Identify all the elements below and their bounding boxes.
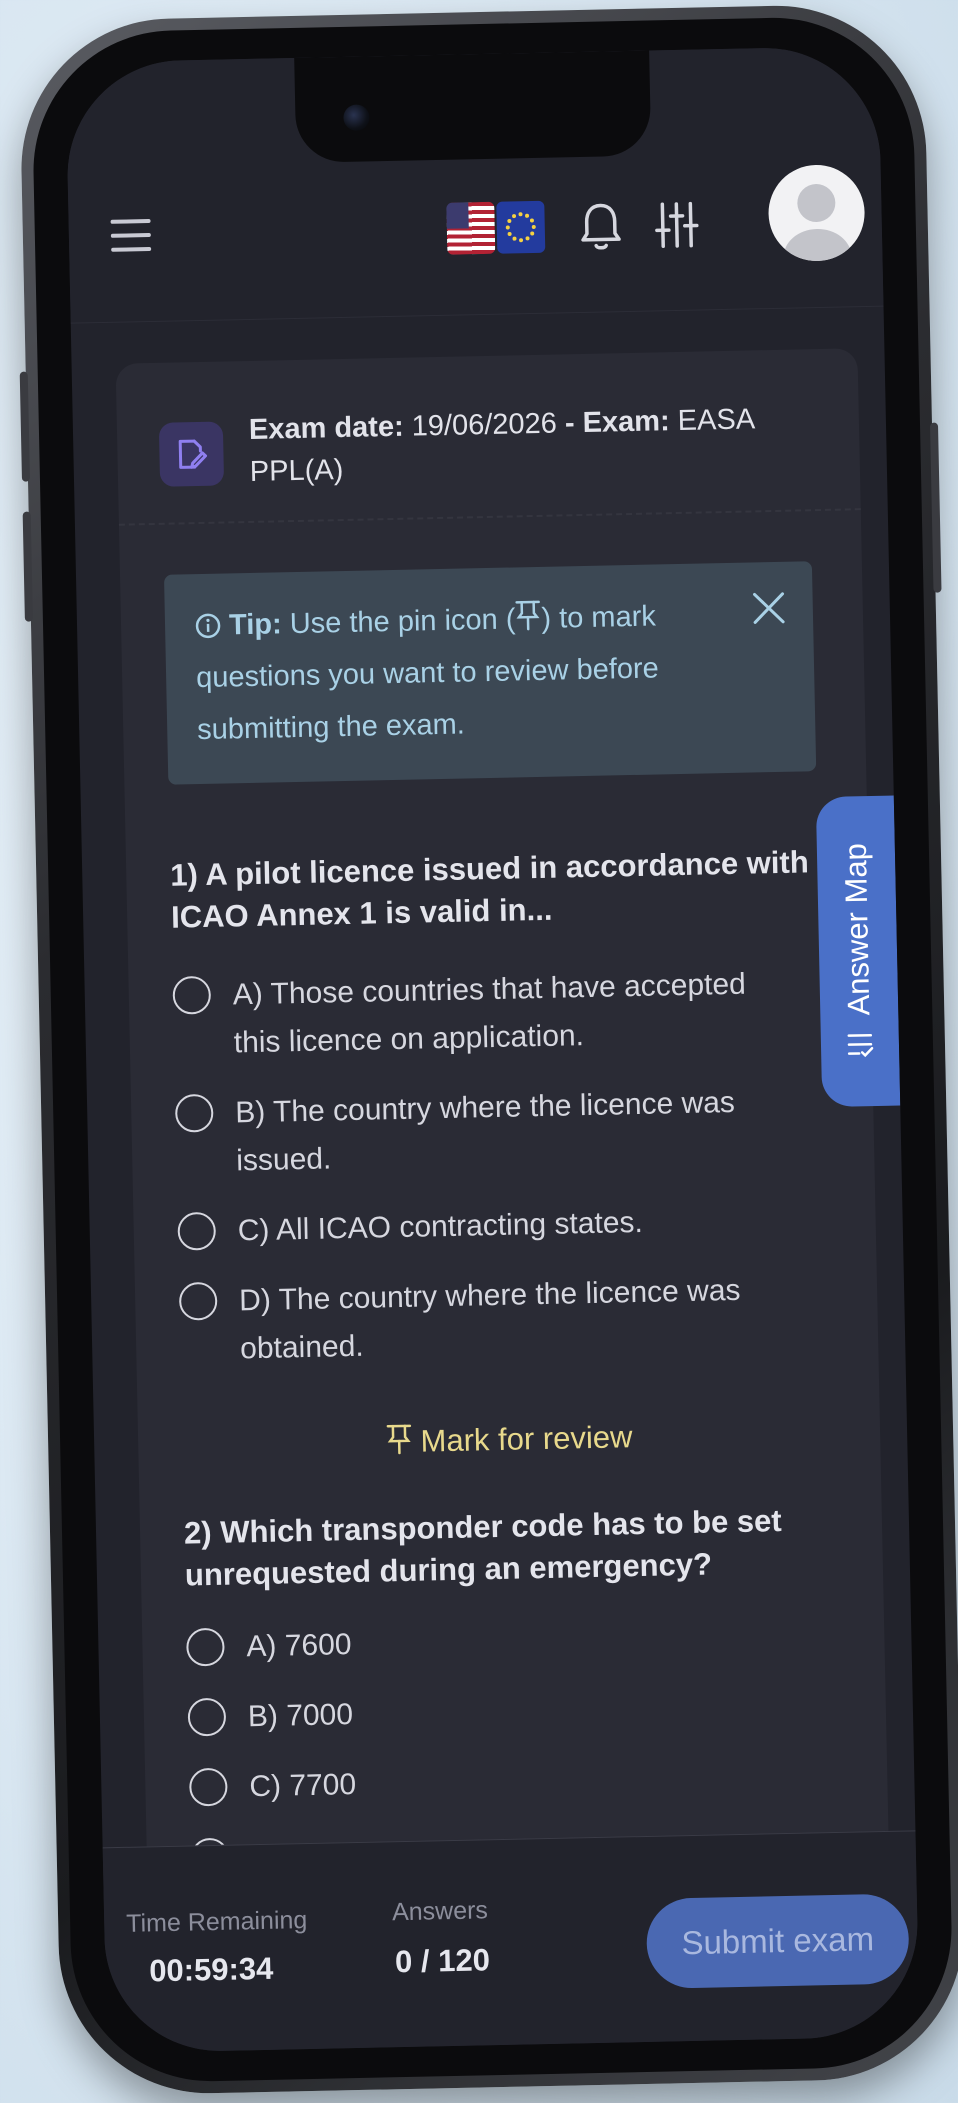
list-check-icon — [847, 1033, 874, 1058]
radio-button[interactable] — [174, 1093, 214, 1133]
exam-name-value: EASA — [677, 403, 756, 437]
radio-button[interactable] — [177, 1211, 217, 1251]
answer-map-tab[interactable]: Answer Map — [815, 795, 901, 1108]
exam-separator: - — [564, 407, 575, 440]
language-selector[interactable] — [446, 200, 546, 255]
option-text: C) 7700 — [249, 1768, 357, 1804]
phone-bezel: Exam date: 19/06/2026 - Exam: EASA PPL(A… — [30, 14, 955, 2085]
time-remaining-value: 00:59:34 — [148, 1950, 274, 1989]
tip-text-a: Use the pin icon ( — [289, 603, 516, 641]
exam-date-value: 19/06/2026 — [411, 407, 558, 443]
app-screen: Exam date: 19/06/2026 - Exam: EASA PPL(A… — [65, 45, 920, 2054]
exam-date-label: Exam date: — [248, 410, 405, 446]
option-text: A) 7600 — [246, 1628, 352, 1664]
edit-document-icon — [158, 421, 225, 487]
tip-line-2: questions you want to review before — [195, 652, 660, 695]
answers-label: Answers — [391, 1896, 489, 1927]
answers-count: 0 / 120 — [394, 1942, 491, 1980]
option-text: C) All ICAO contracting states. — [237, 1205, 644, 1248]
option-text: B) 7000 — [247, 1698, 354, 1734]
question-1-option-d[interactable]: D) The country where the licence was obt… — [178, 1265, 821, 1374]
tip-label: Tip: — [228, 608, 283, 642]
question-2-option-c[interactable]: C) 7700 — [188, 1751, 830, 1812]
answer-map-label: Answer Map — [837, 842, 877, 1016]
close-icon[interactable] — [750, 590, 787, 644]
exam-info-text: Exam date: 19/06/2026 - Exam: EASA PPL(A… — [249, 397, 821, 493]
time-remaining-label: Time Remaining — [125, 1906, 308, 1938]
question-2-text: 2) Which transponder code has to be set … — [184, 1499, 826, 1596]
radio-button[interactable] — [186, 1627, 225, 1667]
question-1: 1) A pilot licence issued in accordance … — [170, 841, 821, 1374]
bottom-status-bar: Time Remaining 00:59:34 Answers 0 / 120 … — [102, 1830, 920, 2054]
question-2-option-a[interactable]: A) 7600 — [186, 1611, 827, 1672]
front-camera — [342, 104, 370, 131]
phone-frame: Exam date: 19/06/2026 - Exam: EASA PPL(A… — [18, 2, 958, 2097]
exam-name-label: Exam: — [582, 405, 671, 439]
exam-card: Exam date: 19/06/2026 - Exam: EASA PPL(A… — [115, 348, 891, 1964]
eu-flag-icon — [496, 200, 546, 254]
radio-button[interactable] — [172, 975, 212, 1015]
tip-banner: Tip: Use the pin icon ( ) to mark questio… — [163, 561, 817, 785]
mark-for-review-button[interactable]: Mark for review — [138, 1413, 881, 1466]
question-2-option-b[interactable]: B) 7000 — [187, 1681, 828, 1742]
submit-exam-button[interactable]: Submit exam — [645, 1893, 910, 1989]
radio-button[interactable] — [188, 1767, 228, 1807]
answer-map-label-wrap: Answer Map — [838, 843, 879, 1060]
bell-icon[interactable] — [578, 201, 623, 257]
pin-icon — [386, 1424, 411, 1455]
exam-name-value-cont: PPL(A) — [249, 454, 344, 488]
us-flag-icon — [446, 201, 496, 255]
question-1-option-c[interactable]: C) All ICAO contracting states. — [177, 1195, 818, 1256]
user-avatar[interactable] — [767, 164, 866, 263]
info-icon — [195, 613, 221, 639]
exam-info-header: Exam date: 19/06/2026 - Exam: EASA PPL(A… — [158, 397, 821, 495]
mark-for-review-label: Mark for review — [420, 1419, 633, 1459]
hamburger-menu-icon[interactable] — [110, 218, 152, 256]
question-1-text: 1) A pilot licence issued in accordance … — [170, 841, 812, 938]
volume-up-button — [19, 371, 31, 482]
pin-icon — [515, 600, 541, 631]
tip-text-b: ) to mark — [541, 600, 657, 635]
question-1-option-a[interactable]: A) Those countries that have accepted th… — [172, 959, 814, 1068]
question-2: 2) Which transponder code has to be set … — [184, 1499, 832, 1882]
header-divider — [118, 508, 861, 526]
volume-down-button — [22, 511, 33, 622]
radio-button[interactable] — [187, 1697, 227, 1737]
tip-line-3: submitting the exam. — [196, 708, 466, 747]
sliders-icon[interactable] — [654, 200, 699, 256]
camera-notch — [293, 50, 651, 163]
question-1-option-b[interactable]: B) The country where the licence was iss… — [174, 1077, 817, 1186]
radio-button[interactable] — [178, 1281, 218, 1321]
power-button — [929, 422, 942, 593]
